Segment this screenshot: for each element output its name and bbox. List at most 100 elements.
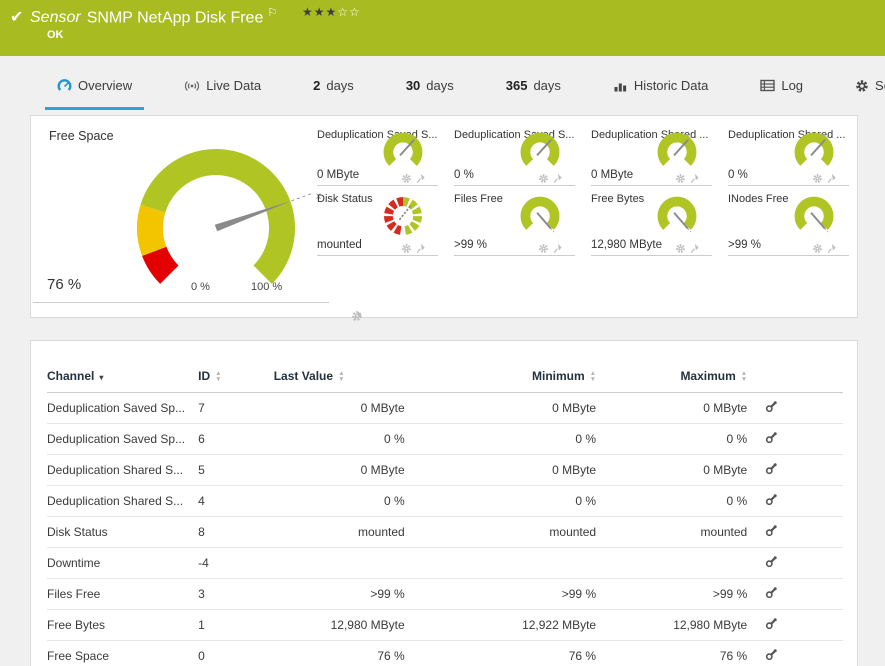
overview-gauges-panel: Free Space x 0 % 100 % 76 %: [30, 115, 858, 318]
gear-icon[interactable]: [538, 243, 549, 254]
channel-settings-icon[interactable]: [765, 555, 778, 571]
settings-gear-icon: [855, 79, 869, 93]
pin-icon[interactable]: [689, 243, 700, 254]
pin-icon[interactable]: [415, 173, 426, 184]
mini-gauge-cell: Deduplication Saved S... 0 %: [448, 122, 575, 186]
mini-gauge-zero: [652, 130, 702, 176]
table-row[interactable]: Deduplication Shared S... 4 0 % 0 % 0 %: [47, 486, 843, 517]
channels-table: Channel▾ ID▲▼ Last Value▲▼ Minimum▲▼ Max…: [47, 361, 843, 666]
channel-settings-icon[interactable]: [765, 400, 778, 416]
channel-settings-icon[interactable]: [765, 493, 778, 509]
gear-icon[interactable]: [812, 243, 823, 254]
mini-gauge-value: mounted: [317, 239, 362, 251]
cell-minimum: 0 %: [405, 486, 596, 517]
flag-icon[interactable]: ⚐: [267, 7, 277, 19]
cell-last-value: mounted: [274, 517, 405, 548]
tab-live-data[interactable]: Live Data: [172, 78, 273, 110]
cell-minimum: [405, 548, 596, 579]
col-header-channel[interactable]: Channel▾: [47, 361, 198, 393]
tab-live-data-label: Live Data: [206, 78, 261, 93]
tab-2-days[interactable]: 2 days: [301, 78, 366, 110]
col-header-id[interactable]: ID▲▼: [198, 361, 274, 393]
channel-settings-icon[interactable]: [765, 586, 778, 602]
tab-overview[interactable]: Overview: [45, 78, 144, 110]
tab-30-days[interactable]: 30 days: [394, 78, 466, 110]
cell-minimum: mounted: [405, 517, 596, 548]
channel-settings-icon[interactable]: [765, 617, 778, 633]
table-row[interactable]: Downtime -4: [47, 548, 843, 579]
pin-icon[interactable]: [826, 243, 837, 254]
col-header-minimum[interactable]: Minimum▲▼: [405, 361, 596, 393]
gear-icon[interactable]: [401, 243, 412, 254]
cell-channel: Disk Status: [47, 517, 198, 548]
mini-gauge-high: [789, 194, 839, 240]
table-row[interactable]: Deduplication Shared S... 5 0 MByte 0 MB…: [47, 455, 843, 486]
tab-historic-data[interactable]: Historic Data: [601, 78, 720, 110]
mini-gauge-value: 0 MByte: [591, 169, 633, 181]
cell-id: 1: [198, 610, 274, 641]
cell-last-value: 76 %: [274, 641, 405, 666]
mini-gauge-cell: Disk Status mounted: [311, 186, 438, 256]
channel-settings-icon[interactable]: [765, 431, 778, 447]
col-header-last-value[interactable]: Last Value▲▼: [274, 361, 405, 393]
log-icon: [760, 79, 775, 92]
cell-maximum: 0 MByte: [596, 455, 747, 486]
mini-gauge-title: INodes Free: [728, 193, 789, 205]
table-row[interactable]: Deduplication Saved Sp... 7 0 MByte 0 MB…: [47, 393, 843, 424]
gear-icon[interactable]: [675, 243, 686, 254]
tab-30-days-label: days: [426, 78, 453, 93]
tab-settings[interactable]: Settings: [843, 78, 885, 110]
cell-channel: Files Free: [47, 579, 198, 610]
cell-minimum: 76 %: [405, 641, 596, 666]
tab-log[interactable]: Log: [748, 78, 815, 110]
tab-365-days[interactable]: 365 days: [494, 78, 573, 110]
table-row[interactable]: Free Bytes 1 12,980 MByte 12,922 MByte 1…: [47, 610, 843, 641]
divider: [454, 255, 575, 256]
mini-gauge-value: >99 %: [454, 239, 487, 251]
gear-icon[interactable]: [675, 173, 686, 184]
mini-gauge-value: 0 %: [454, 169, 474, 181]
cell-maximum: mounted: [596, 517, 747, 548]
channel-settings-icon[interactable]: [765, 648, 778, 664]
table-header-row: Channel▾ ID▲▼ Last Value▲▼ Minimum▲▼ Max…: [47, 361, 843, 393]
gear-icon[interactable]: [812, 173, 823, 184]
channel-settings-icon[interactable]: [765, 524, 778, 540]
mini-gauge-cell: Deduplication Shared ... 0 %: [722, 122, 849, 186]
mini-gauge-segmented: [378, 194, 428, 240]
tab-365-days-label: days: [533, 78, 560, 93]
divider: [591, 255, 712, 256]
cell-id: 7: [198, 393, 274, 424]
cell-minimum: 12,922 MByte: [405, 610, 596, 641]
cell-last-value: 12,980 MByte: [274, 610, 405, 641]
cell-channel: Deduplication Saved Sp...: [47, 424, 198, 455]
mini-gauge-value: 0 %: [728, 169, 748, 181]
main-gauge-cell: Free Space x 0 % 100 % 76 %: [31, 116, 311, 319]
status-check-icon: ✔: [10, 7, 23, 27]
table-row[interactable]: Deduplication Saved Sp... 6 0 % 0 % 0 %: [47, 424, 843, 455]
gear-icon[interactable]: [538, 173, 549, 184]
col-header-maximum[interactable]: Maximum▲▼: [596, 361, 747, 393]
gear-icon[interactable]: [401, 173, 412, 184]
mini-gauge-grid: Deduplication Saved S... 0 MByte Dedupli…: [311, 122, 859, 256]
tab-2-days-number: 2: [313, 78, 320, 93]
cell-last-value: 0 %: [274, 486, 405, 517]
stars-filled: ★★★: [302, 5, 337, 19]
priority-stars[interactable]: ★★★☆☆: [302, 5, 361, 19]
mini-gauge-zero: [378, 130, 428, 176]
mini-gauge-cell: INodes Free >99 %: [722, 186, 849, 256]
pin-icon[interactable]: [351, 310, 363, 322]
table-row[interactable]: Files Free 3 >99 % >99 % >99 %: [47, 579, 843, 610]
pin-icon[interactable]: [552, 243, 563, 254]
pin-icon[interactable]: [415, 243, 426, 254]
status-badge: OK: [47, 29, 64, 41]
channel-settings-icon[interactable]: [765, 462, 778, 478]
pin-icon[interactable]: [689, 173, 700, 184]
pin-icon[interactable]: [552, 173, 563, 184]
sort-icon: ▲▼: [741, 371, 747, 383]
table-row[interactable]: Disk Status 8 mounted mounted mounted: [47, 517, 843, 548]
tab-historic-data-label: Historic Data: [634, 78, 708, 93]
cell-id: 3: [198, 579, 274, 610]
cell-id: 0: [198, 641, 274, 666]
pin-icon[interactable]: [826, 173, 837, 184]
table-row[interactable]: Free Space 0 76 % 76 % 76 %: [47, 641, 843, 666]
